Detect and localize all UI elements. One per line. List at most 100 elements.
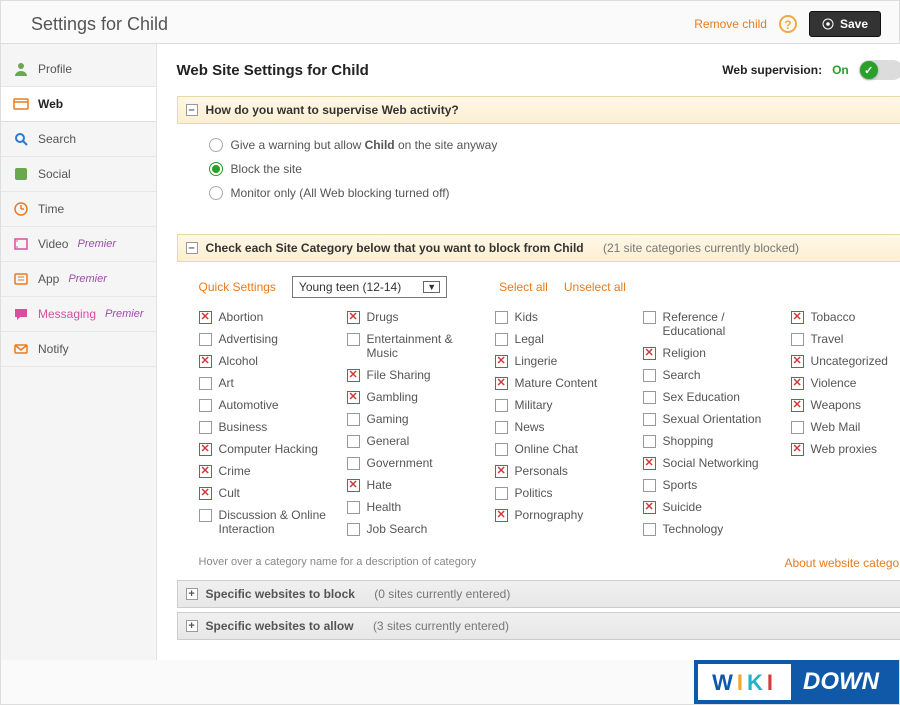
category-column: Kids Legal Lingerie Mature Content Military N… xyxy=(495,310,623,536)
category-item[interactable]: Drugs xyxy=(347,310,475,324)
category-item[interactable]: Sexual Orientation xyxy=(643,412,771,426)
category-item[interactable]: Business xyxy=(199,420,327,434)
category-label: Alcohol xyxy=(219,354,258,368)
category-item[interactable]: Hate xyxy=(347,478,475,492)
category-item[interactable]: Health xyxy=(347,500,475,514)
remove-child-link[interactable]: Remove child xyxy=(694,17,767,31)
supervise-option-0[interactable]: Give a warning but allow Child on the si… xyxy=(209,138,900,152)
supervise-section-title: How do you want to supervise Web activit… xyxy=(206,103,459,117)
sidebar-item-video[interactable]: Video Premier xyxy=(1,227,156,262)
save-button[interactable]: Save xyxy=(809,11,881,37)
supervise-section-header[interactable]: – How do you want to supervise Web activ… xyxy=(177,96,900,124)
category-item[interactable]: Online Chat xyxy=(495,442,623,456)
help-icon[interactable]: ? xyxy=(779,15,797,33)
category-item[interactable]: Military xyxy=(495,398,623,412)
category-item[interactable]: News xyxy=(495,420,623,434)
category-item[interactable]: Lingerie xyxy=(495,354,623,368)
select-all-link[interactable]: Select all xyxy=(499,280,548,294)
category-label: Weapons xyxy=(811,398,861,412)
expand-icon[interactable]: + xyxy=(186,620,198,632)
about-website-categories-link[interactable]: About website categories xyxy=(784,556,900,570)
premier-badge: Premier xyxy=(68,273,107,285)
checkbox-icon xyxy=(643,347,656,360)
gear-icon xyxy=(822,18,834,30)
checkbox-icon xyxy=(347,391,360,404)
category-item[interactable]: Personals xyxy=(495,464,623,478)
category-item[interactable]: Alcohol xyxy=(199,354,327,368)
category-item[interactable]: Shopping xyxy=(643,434,771,448)
sidebar-item-notify[interactable]: Notify xyxy=(1,332,156,367)
category-item[interactable]: Cult xyxy=(199,486,327,500)
category-label: Uncategorized xyxy=(811,354,888,368)
category-item[interactable]: Automotive xyxy=(199,398,327,412)
supervise-option-2[interactable]: Monitor only (All Web blocking turned of… xyxy=(209,186,900,200)
sidebar-item-search[interactable]: Search xyxy=(1,122,156,157)
sidebar-item-label: Search xyxy=(38,132,76,146)
category-item[interactable]: Mature Content xyxy=(495,376,623,390)
sidebar-item-app[interactable]: App Premier xyxy=(1,262,156,297)
category-label: Sex Education xyxy=(663,390,740,404)
supervise-option-1[interactable]: Block the site xyxy=(209,162,900,176)
category-item[interactable]: Government xyxy=(347,456,475,470)
specific-allow-header[interactable]: + Specific websites to allow (3 sites cu… xyxy=(177,612,900,640)
sidebar: Profile Web Search SocialTimeVideo PremierA… xyxy=(1,44,157,660)
category-item[interactable]: Reference / Educational xyxy=(643,310,771,338)
sidebar-item-web[interactable]: Web xyxy=(1,87,156,122)
category-item[interactable]: Web Mail xyxy=(791,420,900,434)
category-item[interactable]: Search xyxy=(643,368,771,382)
sidebar-item-time[interactable]: Time xyxy=(1,192,156,227)
category-item[interactable]: Sex Education xyxy=(643,390,771,404)
category-item[interactable]: Religion xyxy=(643,346,771,360)
category-item[interactable]: Legal xyxy=(495,332,623,346)
category-label: Hate xyxy=(367,478,392,492)
category-item[interactable]: Job Search xyxy=(347,522,475,536)
category-item[interactable]: Violence xyxy=(791,376,900,390)
sidebar-item-profile[interactable]: Profile xyxy=(1,52,156,87)
app-icon xyxy=(13,271,29,287)
topbar: Settings for Child Remove child ? Save xyxy=(1,1,899,44)
category-item[interactable]: General xyxy=(347,434,475,448)
checkbox-icon xyxy=(199,311,212,324)
category-item[interactable]: Crime xyxy=(199,464,327,478)
checkbox-icon xyxy=(643,391,656,404)
category-item[interactable]: Uncategorized xyxy=(791,354,900,368)
category-item[interactable]: Tobacco xyxy=(791,310,900,324)
specific-block-header[interactable]: + Specific websites to block (0 sites cu… xyxy=(177,580,900,608)
category-item[interactable]: Kids xyxy=(495,310,623,324)
sidebar-item-messaging[interactable]: Messaging Premier xyxy=(1,297,156,332)
category-item[interactable]: Art xyxy=(199,376,327,390)
category-item[interactable]: Web proxies xyxy=(791,442,900,456)
expand-icon[interactable]: + xyxy=(186,588,198,600)
sidebar-item-social[interactable]: Social xyxy=(1,157,156,192)
save-button-label: Save xyxy=(840,17,868,31)
preset-select-value: Young teen (12-14) xyxy=(299,280,401,294)
categories-section-header[interactable]: – Check each Site Category below that yo… xyxy=(177,234,900,262)
sidebar-item-label: Messaging xyxy=(38,307,96,321)
category-item[interactable]: Advertising xyxy=(199,332,327,346)
collapse-icon[interactable]: – xyxy=(186,104,198,116)
category-label: Government xyxy=(367,456,433,470)
unselect-all-link[interactable]: Unselect all xyxy=(564,280,626,294)
category-item[interactable]: Pornography xyxy=(495,508,623,522)
category-item[interactable]: Technology xyxy=(643,522,771,536)
category-item[interactable]: Computer Hacking xyxy=(199,442,327,456)
category-item[interactable]: Travel xyxy=(791,332,900,346)
category-item[interactable]: Entertainment & Music xyxy=(347,332,475,360)
collapse-icon[interactable]: – xyxy=(186,242,198,254)
category-item[interactable]: Gambling xyxy=(347,390,475,404)
web-supervision-toggle[interactable] xyxy=(859,60,900,80)
checkbox-icon xyxy=(199,509,212,522)
category-item[interactable]: Sports xyxy=(643,478,771,492)
category-item[interactable]: Gaming xyxy=(347,412,475,426)
category-label: Religion xyxy=(663,346,706,360)
category-item[interactable]: Politics xyxy=(495,486,623,500)
category-item[interactable]: Social Networking xyxy=(643,456,771,470)
category-item[interactable]: Abortion xyxy=(199,310,327,324)
category-item[interactable]: Discussion & Online Interaction xyxy=(199,508,327,536)
preset-select[interactable]: Young teen (12-14) ▼ xyxy=(292,276,447,298)
category-item[interactable]: File Sharing xyxy=(347,368,475,382)
sidebar-item-label: Profile xyxy=(38,62,72,76)
category-item[interactable]: Weapons xyxy=(791,398,900,412)
category-item[interactable]: Suicide xyxy=(643,500,771,514)
checkbox-icon xyxy=(791,311,804,324)
